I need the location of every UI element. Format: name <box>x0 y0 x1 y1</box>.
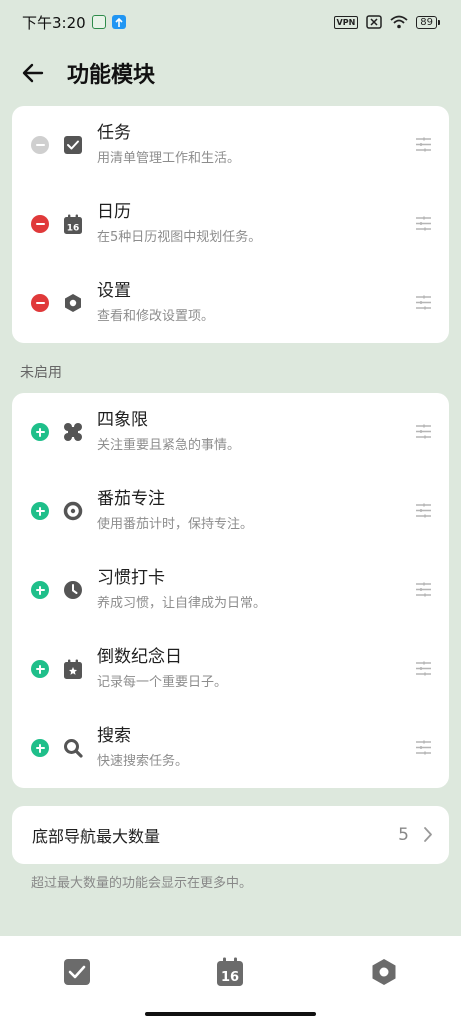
status-left: 下午3:20 <box>22 12 126 33</box>
module-row-habit: 习惯打卡 养成习惯，让自律成为日常。 <box>12 551 449 630</box>
clock-icon <box>62 579 84 601</box>
module-desc: 快速搜索任务。 <box>97 754 189 769</box>
drag-handle-icon[interactable] <box>415 137 432 152</box>
pomodoro-ring-icon <box>62 500 84 522</box>
module-name: 习惯打卡 <box>97 568 165 588</box>
calendar-icon: 16 <box>62 213 84 235</box>
checkbox-icon <box>62 134 84 156</box>
battery-icon: 89 <box>416 15 440 29</box>
remove-button[interactable] <box>31 294 49 312</box>
back-button[interactable] <box>9 50 57 96</box>
module-name: 日历 <box>97 202 131 222</box>
status-bar: 下午3:20 VPN 89 <box>0 0 461 44</box>
no-sim-icon <box>366 15 383 29</box>
disabled-modules-card: 四象限 关注重要且紧急的事情。 番茄专注 使用番茄计时，保持专注。 习惯打卡 养… <box>12 393 449 788</box>
search-icon <box>62 737 84 759</box>
module-desc: 记录每一个重要日子。 <box>97 675 228 690</box>
remove-button[interactable] <box>31 215 49 233</box>
home-indicator <box>145 1012 316 1016</box>
drag-handle-icon[interactable] <box>415 582 432 597</box>
module-row-calendar: 16 日历 在5种日历视图中规划任务。 <box>12 185 449 264</box>
module-desc: 关注重要且紧急的事情。 <box>97 438 241 453</box>
calendar-day-text: 16 <box>221 970 239 985</box>
drag-handle-icon[interactable] <box>415 424 432 439</box>
drag-handle-icon[interactable] <box>415 503 432 518</box>
module-name: 番茄专注 <box>97 489 165 509</box>
drag-handle-icon[interactable] <box>415 216 432 231</box>
chevron-right-icon <box>424 827 432 842</box>
module-desc: 在5种日历视图中规划任务。 <box>97 230 262 245</box>
module-name: 搜索 <box>97 726 131 746</box>
wifi-icon <box>390 15 408 29</box>
drag-handle-icon[interactable] <box>415 740 432 755</box>
module-row-tasks: 任务 用清单管理工作和生活。 <box>12 106 449 185</box>
module-row-countdown: 倒数纪念日 记录每一个重要日子。 <box>12 630 449 709</box>
add-button[interactable] <box>31 581 49 599</box>
module-desc: 养成习惯，让自律成为日常。 <box>97 596 267 611</box>
setting-label: 底部导航最大数量 <box>32 827 161 846</box>
status-time: 下午3:20 <box>22 13 86 32</box>
add-button[interactable] <box>31 423 49 441</box>
remove-button-disabled <box>31 136 49 154</box>
module-desc: 查看和修改设置项。 <box>97 309 215 324</box>
module-name: 倒数纪念日 <box>97 647 182 667</box>
tab-settings[interactable] <box>364 956 404 988</box>
drag-handle-icon[interactable] <box>415 295 432 310</box>
upload-app-icon <box>111 15 126 29</box>
setting-value: 5 <box>398 825 409 845</box>
four-leaf-icon <box>62 421 84 443</box>
tab-calendar[interactable]: 16 <box>210 956 250 988</box>
shield-app-icon <box>91 15 106 29</box>
header: 功能模块 <box>0 50 461 96</box>
bottom-tab-bar: 16 <box>0 936 461 1024</box>
module-name: 四象限 <box>97 410 148 430</box>
calendar-icon: 16 <box>217 957 243 986</box>
setting-hint: 超过最大数量的功能会显示在更多中。 <box>31 876 253 891</box>
module-row-pomodoro: 番茄专注 使用番茄计时，保持专注。 <box>12 472 449 551</box>
hexagon-settings-icon <box>62 292 84 314</box>
section-label-disabled: 未启用 <box>20 365 62 381</box>
add-button[interactable] <box>31 502 49 520</box>
page-title: 功能模块 <box>67 63 156 88</box>
star-calendar-icon <box>62 658 84 680</box>
back-arrow-icon <box>22 63 44 83</box>
vpn-icon: VPN <box>333 15 359 29</box>
module-row-settings: 设置 查看和修改设置项。 <box>12 264 449 343</box>
status-right: VPN 89 <box>333 15 440 29</box>
enabled-modules-card: 任务 用清单管理工作和生活。 16 日历 在5种日历视图中规划任务。 设置 查看… <box>12 106 449 343</box>
tab-tasks[interactable] <box>57 956 97 988</box>
module-desc: 用清单管理工作和生活。 <box>97 151 241 166</box>
checkbox-icon <box>64 959 90 985</box>
drag-handle-icon[interactable] <box>415 661 432 676</box>
hexagon-settings-icon <box>372 959 396 985</box>
module-row-quadrant: 四象限 关注重要且紧急的事情。 <box>12 393 449 472</box>
calendar-day-text: 16 <box>67 223 80 233</box>
module-row-search: 搜索 快速搜索任务。 <box>12 709 449 788</box>
add-button[interactable] <box>31 660 49 678</box>
module-name: 设置 <box>97 281 131 301</box>
module-desc: 使用番茄计时，保持专注。 <box>97 517 254 532</box>
add-button[interactable] <box>31 739 49 757</box>
module-name: 任务 <box>97 123 131 143</box>
bottom-nav-max-setting[interactable]: 底部导航最大数量 5 <box>12 806 449 864</box>
